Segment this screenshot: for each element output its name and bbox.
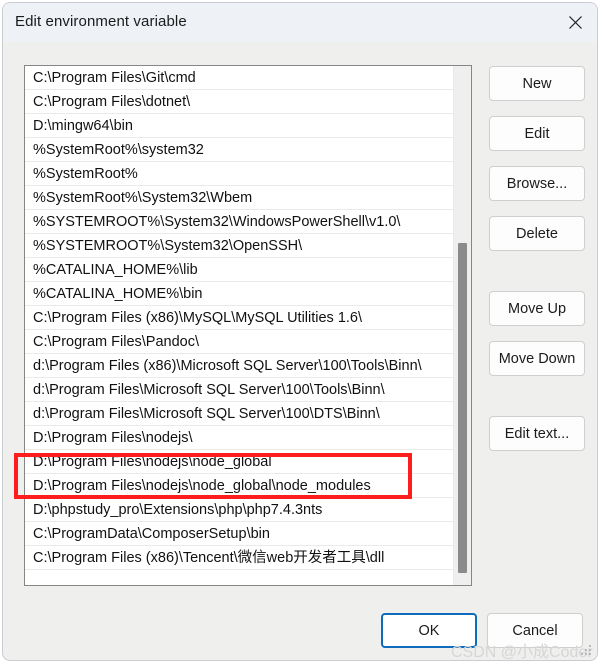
side-button-label: Delete bbox=[516, 225, 558, 242]
list-item[interactable]: %SYSTEMROOT%\System32\OpenSSH\ bbox=[25, 234, 453, 258]
side-button-move-up[interactable]: Move Up bbox=[489, 291, 585, 326]
side-button-label: Browse... bbox=[506, 175, 568, 192]
side-button-edit[interactable]: Edit bbox=[489, 116, 585, 151]
path-list-box[interactable]: C:\Program Files\Git\cmd C:\Program Files… bbox=[24, 65, 472, 586]
bottom-button-label: OK bbox=[418, 622, 440, 639]
title-bar: Edit environment variable bbox=[3, 3, 597, 42]
close-icon[interactable] bbox=[553, 3, 597, 41]
side-button-browse[interactable]: Browse... bbox=[489, 166, 585, 201]
list-item[interactable]: d:\Program Files\Microsoft SQL Server\10… bbox=[25, 378, 453, 402]
edit-environment-variable-dialog: Edit environment variable C:\Program Fil… bbox=[2, 2, 598, 661]
list-item[interactable]: D:\Program Files\nodejs\node_global bbox=[25, 450, 453, 474]
list-item[interactable]: d:\Program Files (x86)\Microsoft SQL Ser… bbox=[25, 354, 453, 378]
list-item[interactable]: D:\Program Files\nodejs\node_global\node… bbox=[25, 474, 453, 498]
side-button-label: Edit text... bbox=[504, 425, 570, 442]
list-item[interactable]: %SystemRoot% bbox=[25, 162, 453, 186]
side-button-move-down[interactable]: Move Down bbox=[489, 341, 585, 376]
side-button-edit-text[interactable]: Edit text... bbox=[489, 416, 585, 451]
list-item[interactable]: C:\Program Files (x86)\Tencent\微信web开发者工… bbox=[25, 546, 453, 570]
list-scrollbar-thumb[interactable] bbox=[458, 243, 467, 573]
list-item[interactable]: %SystemRoot%\system32 bbox=[25, 138, 453, 162]
side-button-label: Move Up bbox=[507, 300, 567, 317]
list-item[interactable]: D:\phpstudy_pro\Extensions\php\php7.4.3n… bbox=[25, 498, 453, 522]
side-button-delete[interactable]: Delete bbox=[489, 216, 585, 251]
path-list-rows[interactable]: C:\Program Files\Git\cmd C:\Program Files… bbox=[25, 66, 453, 585]
side-button-label: New bbox=[522, 75, 552, 92]
list-item[interactable]: D:\Program Files\nodejs\ bbox=[25, 426, 453, 450]
list-item[interactable]: %SystemRoot%\System32\Wbem bbox=[25, 186, 453, 210]
list-item[interactable]: d:\Program Files\Microsoft SQL Server\10… bbox=[25, 402, 453, 426]
list-item[interactable]: %CATALINA_HOME%\bin bbox=[25, 282, 453, 306]
resize-grip-icon[interactable] bbox=[581, 645, 593, 657]
list-item[interactable]: C:\Program Files\dotnet\ bbox=[25, 90, 453, 114]
list-item[interactable]: %CATALINA_HOME%\lib bbox=[25, 258, 453, 282]
side-button-label: Edit bbox=[524, 125, 550, 142]
list-item[interactable]: %SYSTEMROOT%\System32\WindowsPowerShell\… bbox=[25, 210, 453, 234]
list-item[interactable]: C:\ProgramData\ComposerSetup\bin bbox=[25, 522, 453, 546]
side-button-new[interactable]: New bbox=[489, 66, 585, 101]
bottom-button-label: Cancel bbox=[512, 622, 558, 639]
window-title: Edit environment variable bbox=[15, 13, 187, 30]
list-item[interactable]: C:\Program Files\Git\cmd bbox=[25, 66, 453, 90]
list-item[interactable]: C:\Program Files\Pandoc\ bbox=[25, 330, 453, 354]
list-item[interactable]: C:\Program Files (x86)\MySQL\MySQL Utili… bbox=[25, 306, 453, 330]
watermark-text: CSDN @小成Coder bbox=[451, 644, 593, 661]
list-item[interactable]: D:\mingw64\bin bbox=[25, 114, 453, 138]
list-scrollbar[interactable] bbox=[453, 66, 471, 585]
side-button-label: Move Down bbox=[498, 350, 576, 367]
